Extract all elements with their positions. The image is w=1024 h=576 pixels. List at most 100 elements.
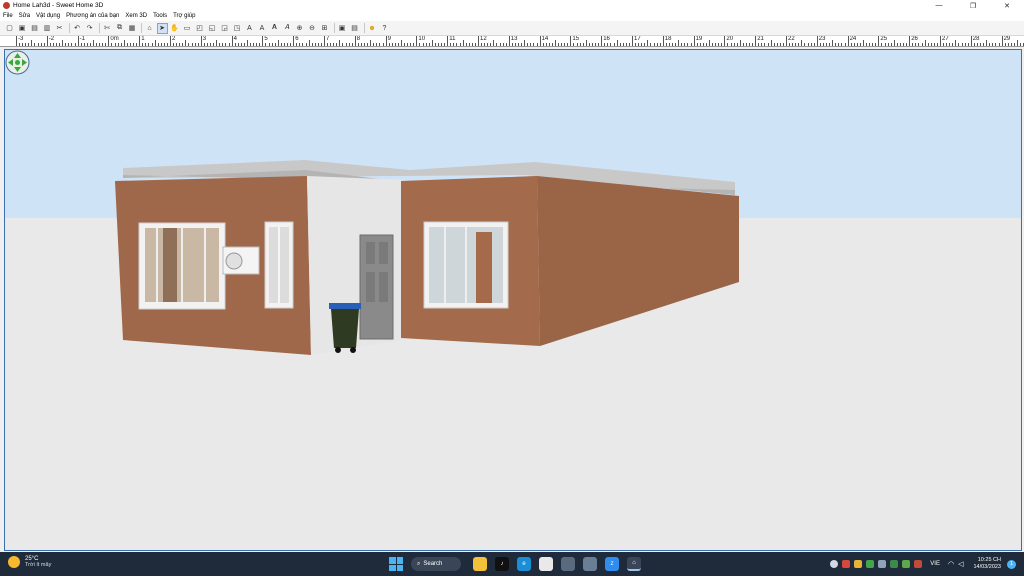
maximize-button[interactable]: ❐ xyxy=(956,0,990,11)
ruler-minor-tick xyxy=(866,43,868,46)
tray-app-icon[interactable] xyxy=(902,560,911,568)
save-icon[interactable]: ▤ xyxy=(29,23,40,34)
ruler-minor-tick xyxy=(493,40,495,46)
ruler-minor-tick xyxy=(173,43,175,46)
ruler-minor-tick xyxy=(564,43,566,46)
create-photo-icon[interactable]: ⊞ xyxy=(319,23,330,34)
increase-text-icon[interactable]: A xyxy=(257,23,268,34)
tray-app-icon[interactable] xyxy=(914,560,923,568)
ruler-minor-tick xyxy=(758,43,760,46)
scissors-icon[interactable]: ✄ xyxy=(102,23,113,34)
ruler-minor-tick xyxy=(591,43,593,46)
select-icon[interactable]: ➤ xyxy=(156,22,168,34)
ruler-minor-tick xyxy=(742,43,744,46)
tray-app-icon[interactable] xyxy=(842,560,851,568)
ruler-minor-tick xyxy=(921,43,923,46)
ruler-minor-tick xyxy=(561,43,563,46)
add-furniture-icon[interactable]: ⌂ xyxy=(144,23,155,34)
ruler-label: 21 xyxy=(757,36,764,42)
ruler-minor-tick xyxy=(681,43,683,46)
tray-app-icon[interactable] xyxy=(854,560,863,568)
redo-icon[interactable]: ↷ xyxy=(84,23,95,34)
tray-app-icon[interactable] xyxy=(878,560,887,568)
create-dimensions-icon[interactable]: ◲ xyxy=(219,23,230,34)
new-home-icon[interactable]: ▢ xyxy=(4,23,15,34)
tiktok-icon[interactable]: ♪ xyxy=(495,557,509,571)
create-polylines-icon[interactable]: ◱ xyxy=(207,23,218,34)
ruler-minor-tick xyxy=(314,43,316,46)
create-walls-icon[interactable]: ▭ xyxy=(182,23,193,34)
ruler-tick xyxy=(416,36,418,46)
calculator-icon[interactable] xyxy=(561,557,575,571)
photos-icon[interactable] xyxy=(583,557,597,571)
ruler-minor-tick xyxy=(736,43,738,46)
ruler-minor-tick xyxy=(283,43,285,46)
weather-widget[interactable]: 25°C Trời ít mây xyxy=(8,556,51,568)
ruler-minor-tick xyxy=(456,43,458,46)
ruler-minor-tick xyxy=(43,43,45,46)
menu-plan[interactable]: Phương án của bạn xyxy=(66,13,119,19)
ruler-minor-tick xyxy=(357,43,359,46)
ruler-minor-tick xyxy=(142,43,144,46)
toolbar: ▢ ▣ ▤ ▥ ✂ ↶ ↷ ✄ ⧉ ▦ ⌂ ➤ ✋ ▭ ◰ ◱ ◲ ◳ A A … xyxy=(0,21,1024,36)
menu-help[interactable]: Trợ giúp xyxy=(173,13,195,19)
start-icon[interactable] xyxy=(389,557,403,571)
ruler-tick xyxy=(200,36,202,46)
zoom-in-icon[interactable]: ⊕ xyxy=(294,23,305,34)
ruler-minor-tick xyxy=(336,43,338,46)
zoom-out-icon[interactable]: ⊖ xyxy=(307,23,318,34)
edge-icon[interactable]: e xyxy=(517,557,531,571)
search-button[interactable]: ⌕ Search xyxy=(411,557,461,571)
sweet-home-3d-icon[interactable]: ⌂ xyxy=(627,557,641,571)
copy-icon[interactable]: ⧉ xyxy=(114,23,125,34)
ruler-minor-tick xyxy=(555,40,556,46)
menu-furniture[interactable]: Vật dụng xyxy=(36,13,60,19)
create-labels-icon[interactable]: ◳ xyxy=(232,23,243,34)
close-button[interactable]: ✕ xyxy=(990,0,1024,11)
menu-edit[interactable]: Sửa xyxy=(19,13,30,19)
ruler-minor-tick xyxy=(899,43,901,46)
ruler-label: 5 xyxy=(264,36,268,42)
create-rooms-icon[interactable]: ◰ xyxy=(194,23,205,34)
plugin-icon[interactable]: ☻ xyxy=(367,23,378,34)
language-indicator[interactable]: VIE xyxy=(930,561,940,567)
3d-view[interactable] xyxy=(4,49,1022,551)
ruler-minor-tick xyxy=(370,40,372,46)
pan-icon[interactable]: ✋ xyxy=(169,23,180,34)
tray-chat-icon[interactable] xyxy=(830,560,839,568)
text-style-icon[interactable]: A xyxy=(244,23,255,34)
ruler-minor-tick xyxy=(34,43,36,46)
menu-tools[interactable]: Tools xyxy=(153,13,167,19)
cut-icon[interactable]: ✂ xyxy=(54,23,65,34)
ruler-minor-tick xyxy=(776,43,778,46)
create-video-icon[interactable]: ▣ xyxy=(337,23,348,34)
menu-file[interactable]: File xyxy=(3,13,13,19)
notification-badge[interactable]: 1 xyxy=(1007,559,1016,569)
zalo-icon[interactable]: z xyxy=(605,557,619,571)
ruler-minor-tick xyxy=(179,43,181,46)
store-icon[interactable] xyxy=(539,557,553,571)
tray-app-icon[interactable] xyxy=(866,560,875,568)
tray-app-icon[interactable] xyxy=(890,560,899,568)
volume-icon[interactable]: ◁ xyxy=(958,560,963,568)
open-icon[interactable]: ▣ xyxy=(17,23,28,34)
minimize-button[interactable]: — xyxy=(922,0,956,11)
navigation-arrows-icon[interactable] xyxy=(5,50,30,75)
italic-text-icon[interactable]: 𝐴 xyxy=(282,23,293,34)
ruler-minor-tick xyxy=(672,43,674,46)
trash-bin-lid xyxy=(329,303,361,309)
help-icon[interactable]: ? xyxy=(379,23,390,34)
ruler-minor-tick xyxy=(28,43,30,46)
export-icon[interactable]: ▤ xyxy=(349,23,360,34)
ruler-minor-tick xyxy=(653,43,655,46)
clock[interactable]: 10:25 CH 14/03/2023 xyxy=(973,557,1001,571)
menu-3d-view[interactable]: Xem 3D xyxy=(125,13,147,19)
bold-text-icon[interactable]: 𝐀 xyxy=(269,23,280,34)
undo-icon[interactable]: ↶ xyxy=(72,23,83,34)
file-explorer-icon[interactable] xyxy=(473,557,487,571)
wifi-icon[interactable]: ◠ xyxy=(948,560,954,568)
ruler-minor-tick xyxy=(129,43,131,46)
paste-icon[interactable]: ▦ xyxy=(127,23,138,34)
save-as-icon[interactable]: ▥ xyxy=(42,23,53,34)
ruler-minor-tick xyxy=(330,43,332,46)
